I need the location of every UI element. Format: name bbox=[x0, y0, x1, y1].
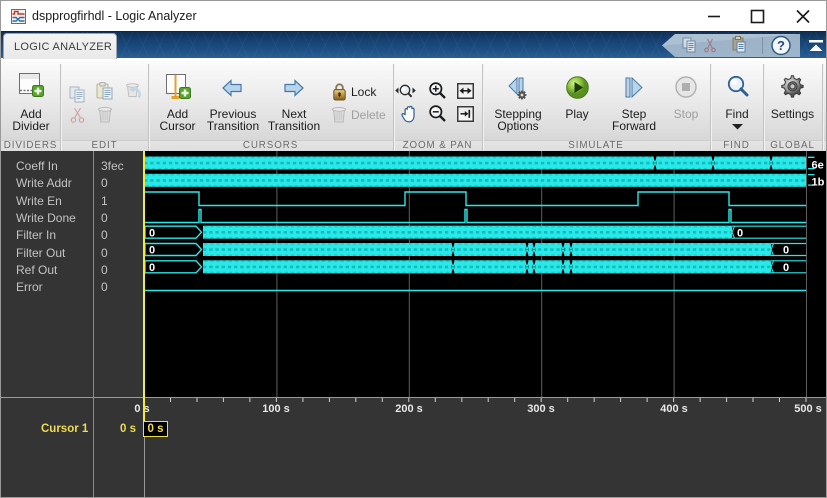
svg-text:0: 0 bbox=[783, 245, 789, 257]
svg-text:1b: 1b bbox=[812, 177, 825, 189]
svg-text:0: 0 bbox=[149, 245, 155, 257]
svg-text:0: 0 bbox=[149, 262, 155, 274]
svg-text:6e: 6e bbox=[812, 159, 824, 171]
svg-text:?: ? bbox=[777, 38, 785, 53]
svg-text:0: 0 bbox=[783, 262, 789, 274]
svg-text:0: 0 bbox=[149, 227, 155, 239]
svg-text:0: 0 bbox=[737, 227, 743, 239]
